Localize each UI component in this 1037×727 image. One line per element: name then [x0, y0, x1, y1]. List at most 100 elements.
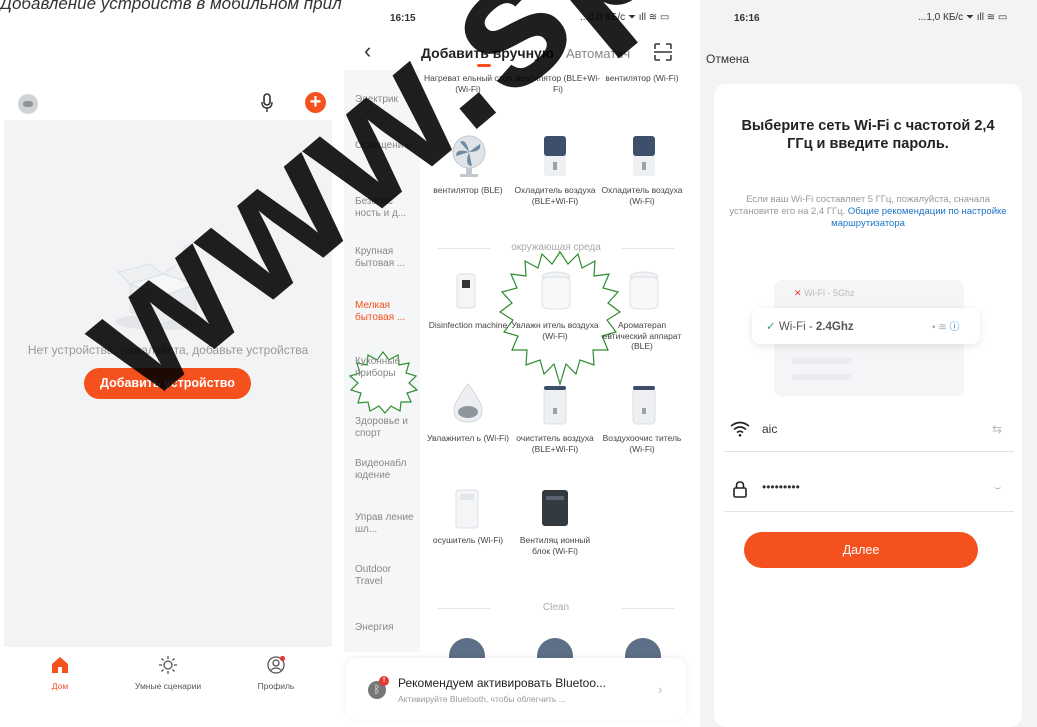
section-header-clean: Clean	[438, 602, 674, 613]
status-network-speed: ...0,0 КБ/с	[580, 12, 626, 23]
empty-state-text: Нет устройства, пожалуйста, добавьте уст…	[27, 343, 309, 357]
category-item[interactable]: Управ ление шл...	[355, 512, 415, 536]
device-item[interactable]: вентилятор (Wi-Fi)	[597, 73, 687, 84]
signal-icon: ⏷ ıll ≋ ▭	[965, 12, 1008, 23]
fan-icon	[452, 135, 486, 177]
add-plus-button[interactable]: +	[305, 92, 326, 113]
wifi-setup-screen: 16:16 ...1,0 КБ/с ⏷ ıll ≋ ▭ Отмена Выбер…	[700, 0, 1037, 727]
device-item-highlighted[interactable]: Увлажн итель воздуха (Wi-Fi)	[510, 320, 600, 341]
password-value: •••••••••	[762, 480, 800, 494]
device-item[interactable]: Вентиляц ионный блок (Wi-Fi)	[510, 535, 600, 556]
humidifier-icon	[541, 271, 571, 310]
wifi-icon	[730, 421, 750, 437]
router-guide-link[interactable]: Общие рекомендации по настройке маршрути…	[831, 206, 1007, 229]
lock-icon	[733, 481, 747, 498]
robot-vacuum-icon	[449, 638, 485, 658]
robot-vacuum-icon	[625, 638, 661, 658]
microphone-icon[interactable]	[260, 92, 274, 114]
home-screen: + Нет устройства, пожалуйста, добавьте у…	[4, 86, 332, 727]
status-time: 16:15	[390, 13, 416, 24]
wifi-small-icon: ≋	[938, 322, 947, 333]
nav-smart-scenes[interactable]: Умные сценарии	[118, 655, 218, 691]
eye-toggle-icon[interactable]: ⌣	[994, 482, 1001, 495]
category-item[interactable]: Видеонабл юдение	[355, 458, 415, 482]
home-empty-area: Нет устройства, пожалуйста, добавьте уст…	[4, 120, 332, 647]
nav-profile-label: Профиль	[257, 681, 295, 691]
category-item[interactable]: Кухонные приборы	[355, 356, 415, 380]
disinfection-machine-icon	[456, 273, 476, 309]
wifi-illustration: ✕ Wi-Fi - 5Ghz ✓ Wi-Fi - 2.4Ghz ▪ ≋ ⓘ	[752, 280, 980, 398]
wifi-description: Если ваш Wi-Fi составляет 5 ГГц, пожалуй…	[726, 194, 1010, 230]
device-item[interactable]: очиститель воздуха (BLE+Wi-Fi)	[510, 433, 600, 454]
category-item[interactable]: Электрик	[355, 94, 415, 106]
back-chevron-icon[interactable]: ‹	[364, 40, 371, 62]
add-device-button[interactable]: Добавить устройство	[84, 368, 251, 399]
category-item[interactable]: Outdoor Travel	[355, 564, 415, 588]
device-item[interactable]: Ароматерап евтический аппарат (BLE)	[597, 320, 687, 352]
tab-manual[interactable]: Добавить вручную	[421, 45, 554, 61]
device-item[interactable]: Воздухоочис титель (Wi-Fi)	[597, 433, 687, 454]
robot-vacuum-icon	[537, 638, 573, 658]
aroma-diffuser-icon	[629, 271, 659, 310]
ssid-row[interactable]: aic ⇆	[724, 410, 1014, 452]
device-item[interactable]: Disinfection machine	[423, 320, 513, 331]
category-sidebar: Электрик Освещени е Безопас ность и д...…	[344, 70, 420, 652]
wifi-5g-cross-icon: ✕	[794, 288, 802, 298]
lock-small-icon: ▪	[932, 322, 936, 333]
status-indicators: ...0,0 КБ/с ⏷ ıll ≋ ▭	[580, 12, 669, 23]
page-caption: Добавление устройств в мобильном приложе…	[0, 0, 401, 13]
category-item[interactable]: Здоровье и спорт	[355, 416, 415, 440]
status-network-speed: ...1,0 КБ/с	[918, 12, 964, 23]
device-item[interactable]: Нагреват ельный стол (Wi-Fi)	[423, 73, 513, 94]
home-avatar[interactable]	[18, 94, 38, 114]
add-device-screen: 16:15 ...0,0 КБ/с ⏷ ıll ≋ ▭ ‹ Добавить в…	[342, 0, 690, 727]
category-item[interactable]: Крупная бытовая ...	[355, 246, 415, 270]
air-purifier-icon	[632, 386, 656, 425]
nav-profile[interactable]: Профиль	[226, 655, 326, 691]
profile-icon	[267, 655, 286, 674]
next-button[interactable]: Далее	[744, 532, 978, 568]
nav-smart-scenes-label: Умные сценарии	[134, 681, 202, 691]
tab-active-indicator	[477, 64, 491, 67]
switch-network-icon[interactable]: ⇆	[992, 422, 1002, 436]
bottom-nav: Дом Умные сценарии Профиль	[4, 647, 332, 717]
humidifier-drop-icon	[453, 383, 483, 423]
home-top-bar: +	[4, 86, 332, 120]
scan-icon[interactable]	[653, 42, 673, 62]
sun-icon	[159, 656, 177, 674]
ventilation-unit-icon	[542, 490, 568, 526]
status-indicators: ...1,0 КБ/с ⏷ ıll ≋ ▭	[918, 12, 1007, 23]
check-icon: ✓	[766, 321, 776, 333]
device-item[interactable]: осушитель (Wi-Fi)	[423, 535, 513, 546]
category-item[interactable]: Освещени е	[355, 140, 415, 152]
wifi-title: Выберите сеть Wi-Fi с частотой 2,4 ГГц и…	[741, 118, 995, 152]
device-item[interactable]: вентилятор (BLE)	[423, 185, 513, 196]
wifi-24-prefix: Wi-Fi -	[778, 321, 816, 333]
category-item-active[interactable]: Мелкая бытовая ...	[355, 300, 415, 324]
device-item[interactable]: Охладитель воздуха (BLE+Wi-Fi)	[510, 185, 600, 206]
nav-home[interactable]: Дом	[10, 655, 110, 691]
banner-subtitle: Активируйте Bluetooth, чтобы облегчить .…	[398, 694, 566, 704]
device-item[interactable]: Увлажнител ь (Wi-Fi)	[423, 433, 513, 444]
home-icon	[52, 657, 68, 673]
alert-badge: !	[379, 676, 389, 686]
wifi-24-band: 2.4Ghz	[815, 321, 854, 333]
device-item[interactable]: Охладитель воздуха (Wi-Fi)	[597, 185, 687, 206]
bluetooth-banner[interactable]: ᛒ ! Рекомендуем активировать Bluetoo... …	[346, 658, 686, 720]
cancel-link[interactable]: Отмена	[706, 52, 749, 66]
signal-icon: ⏷ ıll ≋ ▭	[627, 12, 670, 23]
wifi-card: Выберите сеть Wi-Fi с частотой 2,4 ГГц и…	[714, 84, 1022, 727]
tab-auto[interactable]: Автоматич	[566, 46, 644, 61]
banner-title: Рекомендуем активировать Bluetoo...	[398, 676, 607, 690]
ssid-value: aic	[762, 422, 778, 436]
category-item[interactable]: Безопас ность и д...	[355, 196, 415, 220]
air-cooler-icon	[633, 136, 655, 176]
wifi-5g-label: Wi-Fi - 5Ghz	[804, 288, 855, 298]
air-purifier-icon	[543, 386, 567, 425]
status-time: 16:16	[734, 13, 760, 24]
air-cooler-icon	[544, 136, 566, 176]
device-item[interactable]: вентилятор (BLE+Wi-Fi)	[513, 73, 603, 94]
password-row[interactable]: ••••••••• ⌣	[724, 470, 1014, 512]
category-item[interactable]: Энергия	[355, 622, 415, 634]
info-icon: ⓘ	[949, 322, 960, 333]
